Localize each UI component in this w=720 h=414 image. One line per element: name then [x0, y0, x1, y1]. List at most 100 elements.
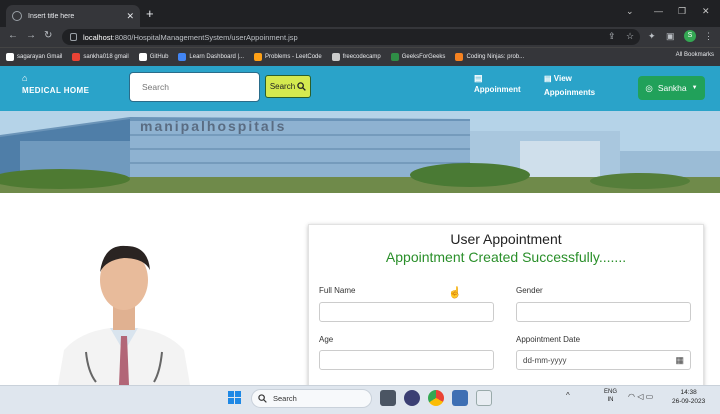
- app-navbar: [0, 66, 720, 111]
- bookmark-label: GeeksForGeeks: [401, 54, 446, 60]
- tray-chevron-icon[interactable]: ^: [566, 391, 570, 400]
- nav-view-label: ▤ View: [544, 74, 572, 83]
- tab-close-icon[interactable]: ✕: [126, 11, 134, 22]
- bookmark-label: freecodecamp: [342, 54, 381, 60]
- home-icon: ⌂: [22, 73, 28, 83]
- reload-icon[interactable]: ↻: [44, 30, 52, 41]
- bookmark-favicon-icon: [455, 53, 464, 61]
- bookmark-favicon-icon: [72, 53, 81, 61]
- app-icon-2[interactable]: [476, 390, 492, 406]
- hospital-building-image: manipalhospitals: [0, 111, 720, 193]
- fullname-label: Full Name: [319, 286, 356, 295]
- all-bookmarks-label: All Bookmarks: [675, 52, 714, 58]
- bookmark-favicon-icon: [6, 53, 14, 61]
- share-icon[interactable]: ⇪: [608, 31, 616, 42]
- language-indicator[interactable]: ENG IN: [604, 388, 617, 404]
- user-dropdown-button[interactable]: ◎ Sankha ▼: [638, 76, 705, 100]
- close-window-icon[interactable]: ✕: [702, 6, 710, 17]
- search-icon: [297, 82, 306, 91]
- age-label: Age: [319, 335, 334, 344]
- bookmark-favicon-icon: [390, 53, 399, 61]
- bookmark-favicon-icon: [138, 53, 147, 61]
- bookmark-label: sagarayan Gmail: [17, 54, 63, 60]
- appointment-date-field[interactable]: dd-mm-yyyy ▦: [516, 350, 691, 370]
- browser-menu-icon[interactable]: ⋮: [704, 31, 713, 42]
- nav-appointment-link[interactable]: ▤ Appoinment: [474, 73, 521, 95]
- bookmark-item[interactable]: sankha018 gmail: [72, 53, 129, 61]
- side-panel-icon[interactable]: ▣: [666, 31, 675, 42]
- windows-start-icon[interactable]: [228, 391, 241, 404]
- profile-avatar[interactable]: S: [684, 30, 696, 42]
- search-button-label: Search: [269, 82, 296, 91]
- bookmark-label: Coding Ninjas: prob...: [466, 54, 525, 60]
- calendar-picker-icon[interactable]: ▦: [675, 355, 684, 366]
- bookmark-favicon-icon: [178, 53, 187, 61]
- bookmark-label: sankha018 gmail: [83, 54, 129, 60]
- app-icon[interactable]: [404, 390, 420, 406]
- calendar-icon: ▤: [474, 73, 483, 83]
- address-bar[interactable]: localhost:8080/HospitalManagementSystem/…: [62, 29, 640, 45]
- bookmark-item[interactable]: GitHub: [138, 53, 169, 61]
- bookmark-star-icon[interactable]: ☆: [626, 31, 634, 42]
- maximize-icon[interactable]: ❐: [678, 6, 686, 17]
- taskbar-search-label: Search: [273, 394, 297, 403]
- form-title: User Appointment: [450, 231, 562, 247]
- tab-search-icon[interactable]: ⌄: [626, 6, 634, 17]
- gender-field[interactable]: [516, 302, 691, 322]
- bookmark-favicon-icon: [331, 53, 340, 61]
- url-text: localhost:8080/HospitalManagementSystem/…: [83, 32, 298, 42]
- user-circle-icon: ◎: [645, 82, 653, 93]
- bookmark-item[interactable]: Learn Dashboard |...: [178, 53, 244, 61]
- nav-appointment-label: Appoinment: [474, 85, 521, 94]
- taskbar-search-icon: [258, 394, 267, 403]
- search-button[interactable]: Search: [265, 75, 311, 98]
- bookmark-item[interactable]: sagarayan Gmail: [6, 53, 62, 61]
- medical-home-link[interactable]: ⌂ MEDICAL HOME: [22, 73, 89, 95]
- task-view-icon[interactable]: [380, 390, 396, 406]
- new-tab-button[interactable]: +: [146, 6, 154, 21]
- appointment-date-label: Appointment Date: [516, 335, 581, 344]
- extensions-icon[interactable]: ✦: [648, 31, 656, 42]
- nav-view-appointments-link[interactable]: ▤ View Appoinments: [544, 73, 595, 98]
- lang-top: ENG: [604, 389, 618, 395]
- bookmark-label: GitHub: [149, 54, 169, 60]
- bookmark-item[interactable]: Problems - LeetCode: [254, 53, 322, 61]
- age-field[interactable]: [319, 350, 494, 370]
- forward-icon[interactable]: →: [26, 30, 36, 41]
- tab-favicon-icon: [12, 11, 22, 21]
- home-label: MEDICAL HOME: [22, 86, 90, 95]
- date-placeholder: dd-mm-yyyy: [523, 355, 567, 365]
- clock-date: 26-09-2023: [672, 398, 706, 405]
- bookmark-label: Problems - LeetCode: [265, 54, 322, 60]
- hospital-banner: manipalhospitals: [0, 111, 720, 193]
- user-name: Sankha: [657, 83, 687, 93]
- list-icon: ▤: [544, 74, 552, 83]
- vscode-icon[interactable]: [452, 390, 468, 406]
- taskbar-search[interactable]: Search: [251, 389, 372, 408]
- doctor-photo: [58, 245, 190, 385]
- back-icon[interactable]: ←: [8, 30, 18, 41]
- chrome-icon[interactable]: [428, 390, 444, 406]
- gender-label: Gender: [516, 286, 543, 295]
- nav-view-label-2: Appoinments: [544, 88, 596, 97]
- bookmarks-bar: sagarayan Gmail sankha018 gmail GitHub Lear…: [0, 47, 720, 66]
- lang-bottom: IN: [607, 397, 614, 403]
- browser-tab[interactable]: Insert title here ✕: [6, 5, 140, 27]
- mouse-cursor-icon: ☝: [448, 287, 462, 299]
- bookmark-item[interactable]: Coding Ninjas: prob...: [455, 53, 524, 61]
- success-message: Appointment Created Successfully.......: [385, 249, 627, 265]
- bookmark-label: Learn Dashboard |...: [189, 54, 245, 60]
- tab-title: Insert title here: [28, 12, 75, 20]
- bookmark-item[interactable]: freecodecamp: [331, 53, 381, 61]
- all-bookmarks-button[interactable]: All Bookmarks: [676, 52, 714, 58]
- bookmark-item[interactable]: GeeksForGeeks: [390, 53, 446, 61]
- bookmark-favicon-icon: [254, 53, 263, 61]
- search-input[interactable]: [129, 72, 260, 102]
- minimize-icon[interactable]: —: [654, 6, 663, 16]
- site-info-icon[interactable]: [70, 33, 77, 41]
- wifi-volume-battery-icon[interactable]: ◠ ◁ ▭: [628, 392, 653, 401]
- building-sign: manipalhospitals: [140, 118, 286, 134]
- clock[interactable]: 14:38 26-09-2023: [672, 388, 705, 406]
- fullname-field[interactable]: [319, 302, 494, 322]
- clock-time: 14:38: [680, 389, 697, 396]
